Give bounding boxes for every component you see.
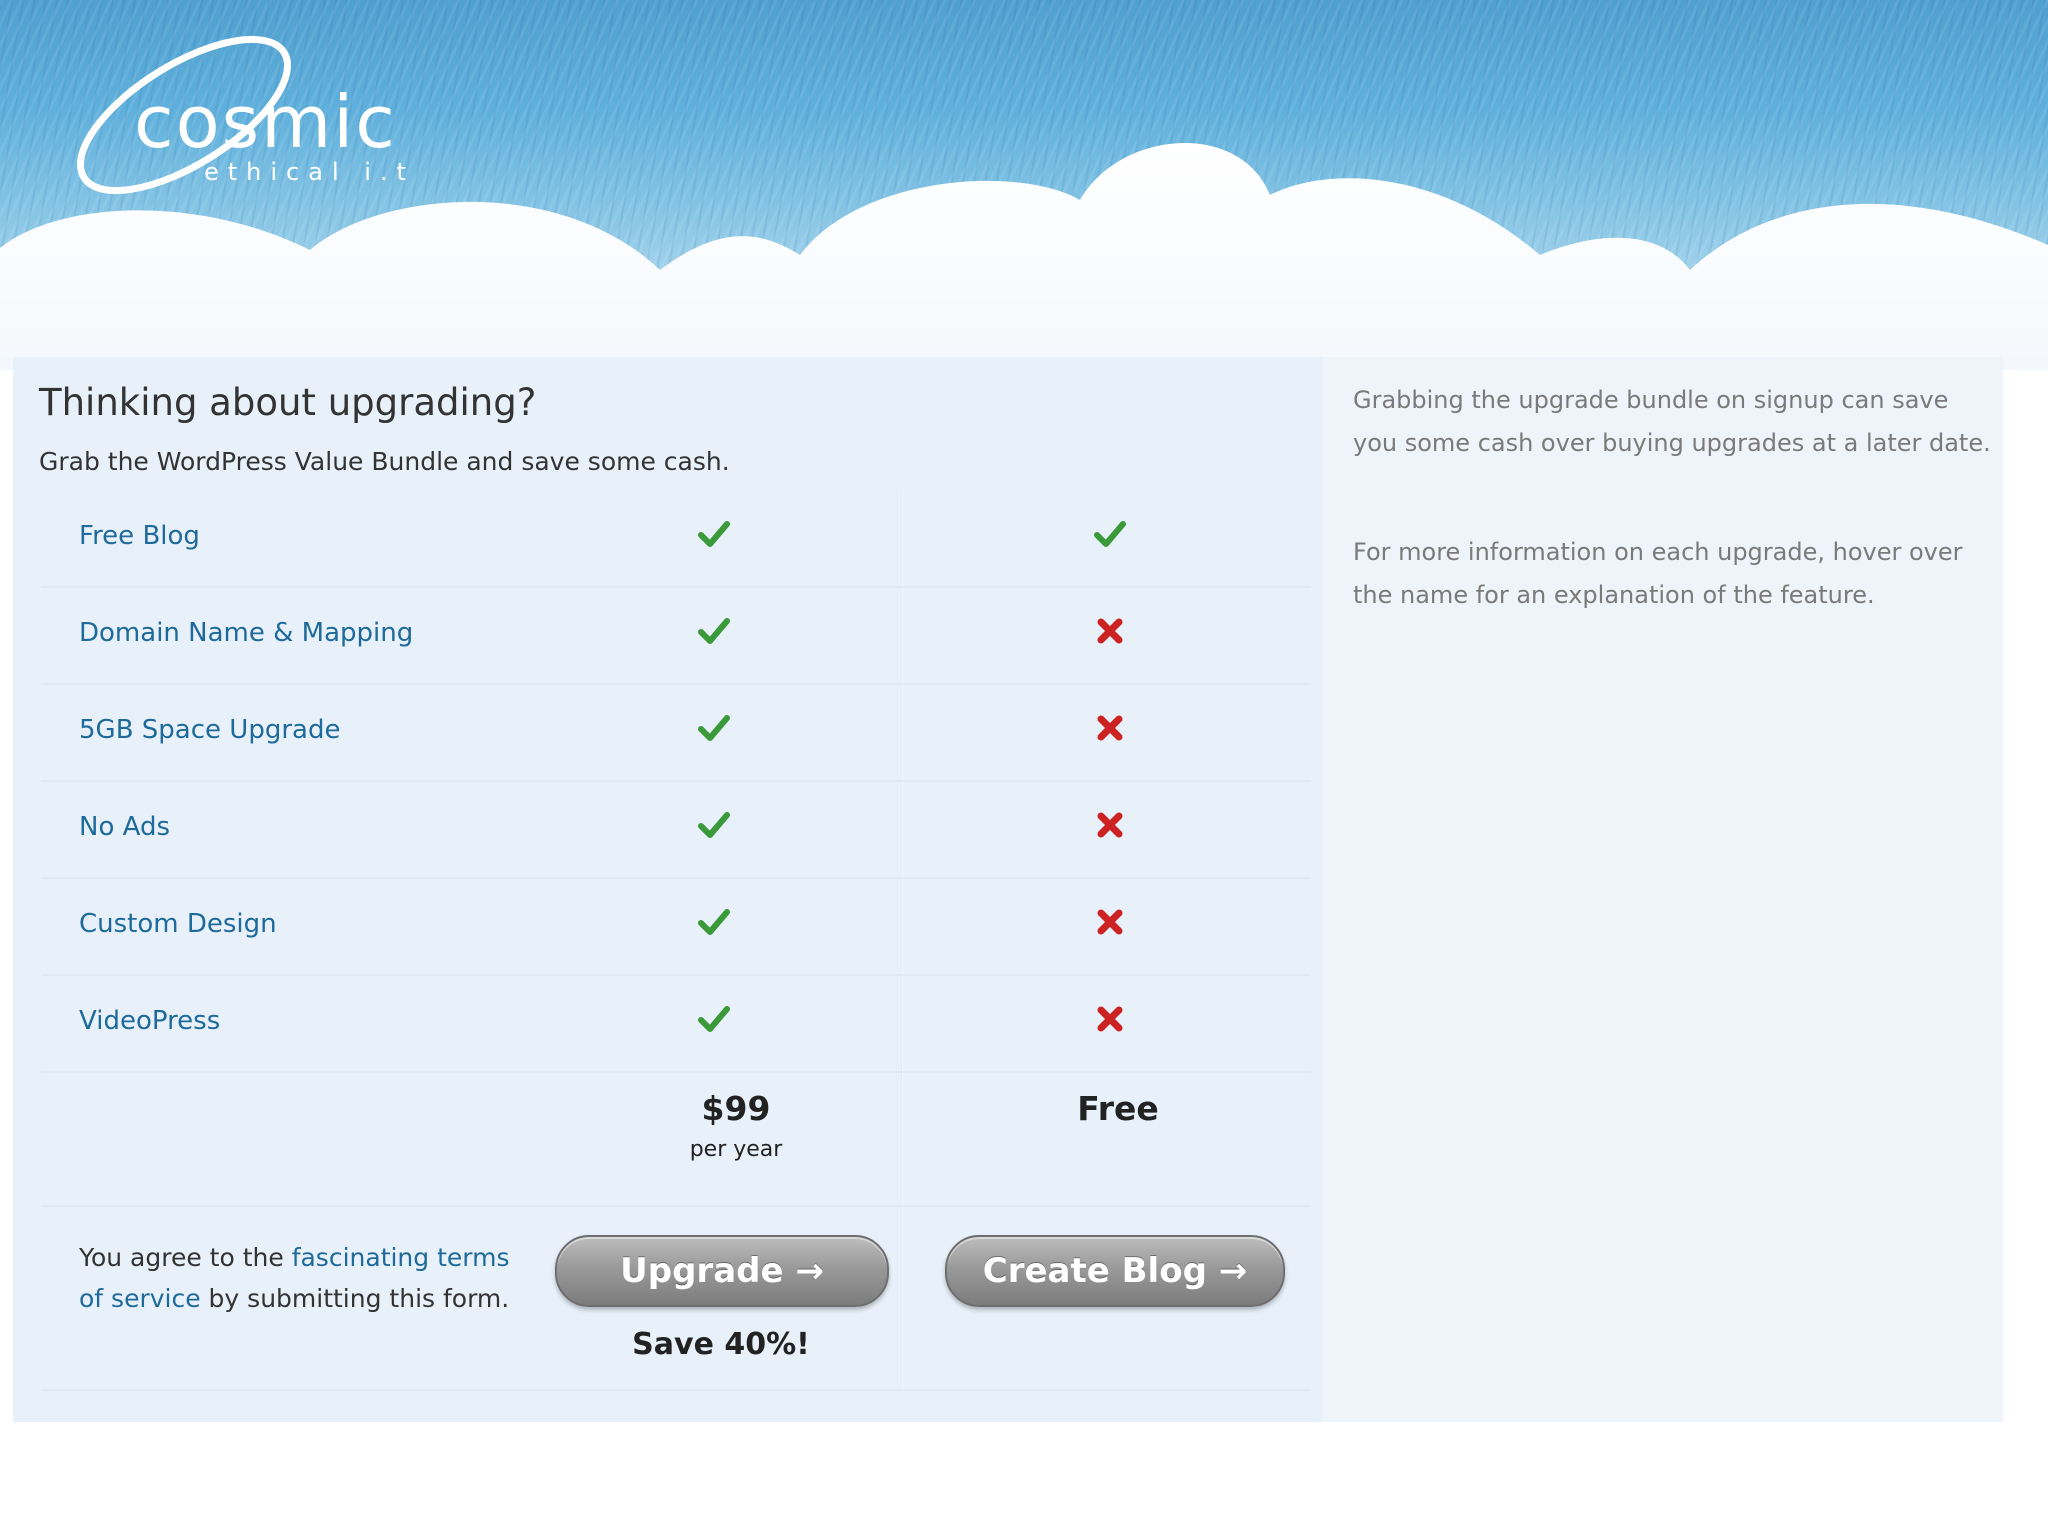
upgrade-button[interactable]: Upgrade →: [555, 1235, 889, 1307]
logo-wordmark: cosmic: [134, 80, 397, 164]
feature-name[interactable]: Custom Design: [79, 909, 277, 939]
checkmark-icon: [697, 614, 731, 648]
terms-notice: You agree to the fascinating terms of se…: [79, 1237, 519, 1319]
price-row: $99 per year Free: [41, 1067, 1311, 1207]
cross-icon: [1093, 614, 1127, 648]
feature-name[interactable]: Domain Name & Mapping: [79, 618, 413, 648]
checkmark-icon: [697, 905, 731, 939]
create-blog-button[interactable]: Create Blog →: [945, 1235, 1285, 1307]
feature-name[interactable]: Free Blog: [79, 521, 200, 551]
feature-row: Free Blog: [41, 489, 1311, 588]
cosmic-logo[interactable]: cosmic ethical i.t: [64, 30, 424, 200]
cross-icon: [1093, 711, 1127, 745]
sidebar-paragraph-savings: Grabbing the upgrade bundle on signup ca…: [1353, 386, 1991, 457]
feature-name[interactable]: 5GB Space Upgrade: [79, 715, 340, 745]
terms-prefix: You agree to the: [79, 1243, 292, 1272]
checkmark-icon: [1093, 517, 1127, 551]
checkmark-icon: [697, 517, 731, 551]
feature-row: Domain Name & Mapping: [41, 586, 1311, 685]
cross-icon: [1093, 808, 1127, 842]
sidebar-paragraph-hover-info: For more information on each upgrade, ho…: [1353, 538, 1963, 609]
bundle-price: $99: [701, 1089, 771, 1128]
action-row: You agree to the fascinating terms of se…: [41, 1207, 1311, 1391]
cross-icon: [1093, 1002, 1127, 1036]
feature-row: Custom Design: [41, 877, 1311, 976]
upgrade-panel: Thinking about upgrading? Grab the WordP…: [13, 357, 1323, 1422]
site-header: cosmic ethical i.t: [0, 0, 2048, 370]
terms-suffix: by submitting this form.: [200, 1284, 510, 1313]
save-badge: Save 40%!: [632, 1327, 810, 1362]
cross-icon: [1093, 905, 1127, 939]
checkmark-icon: [697, 808, 731, 842]
feature-name[interactable]: VideoPress: [79, 1006, 220, 1036]
feature-row: No Ads: [41, 780, 1311, 879]
page-title: Thinking about upgrading?: [39, 381, 537, 424]
checkmark-icon: [697, 711, 731, 745]
checkmark-icon: [697, 1002, 731, 1036]
info-sidebar: Grabbing the upgrade bundle on signup ca…: [1323, 357, 2003, 1422]
logo-tagline: ethical i.t: [204, 158, 415, 186]
bundle-price-period: per year: [689, 1137, 783, 1162]
feature-name[interactable]: No Ads: [79, 812, 170, 842]
free-price: Free: [1077, 1089, 1159, 1128]
feature-row: VideoPress: [41, 974, 1311, 1073]
feature-row: 5GB Space Upgrade: [41, 683, 1311, 782]
page-subtitle: Grab the WordPress Value Bundle and save…: [39, 447, 730, 476]
